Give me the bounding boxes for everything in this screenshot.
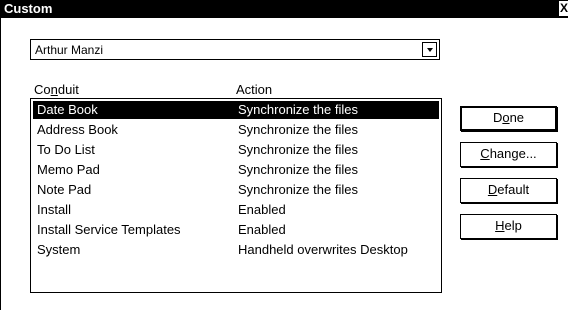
conduit-name: Install Service Templates [37,222,181,237]
conduit-name: Install [37,202,71,217]
conduit-action: Enabled [238,222,286,237]
conduit-name: Note Pad [37,182,92,197]
custom-dialog: Custom X Arthur Manzi Conduit Action Dat… [0,0,568,310]
list-item[interactable]: Memo Pad Synchronize the files [33,161,439,179]
conduit-action: Handheld overwrites Desktop [238,242,408,257]
list-item[interactable]: Install Service Templates Enabled [33,221,439,239]
dropdown-arrow-icon[interactable] [422,42,437,57]
action-column-header: Action [236,82,273,97]
conduit-name: Date Book [37,102,98,117]
conduit-action: Synchronize the files [238,162,358,177]
user-dropdown-value: Arthur Manzi [35,43,104,57]
list-item[interactable]: System Handheld overwrites Desktop [33,241,439,259]
conduit-action: Synchronize the files [238,102,358,117]
list-item[interactable]: Install Enabled [33,201,439,219]
conduit-action: Synchronize the files [238,122,358,137]
change-button[interactable]: Change... [460,142,557,167]
conduit-action: Synchronize the files [238,142,358,157]
close-icon[interactable]: X [559,1,568,16]
conduit-name: Address Book [37,122,118,137]
conduit-name: Memo Pad [37,162,100,177]
conduit-action: Enabled [238,202,286,217]
list-item[interactable]: Date Book Synchronize the files [33,101,439,119]
title-bar[interactable]: Custom X [1,0,568,18]
help-button[interactable]: Help [460,214,557,239]
list-item[interactable]: To Do List Synchronize the files [33,141,439,159]
conduit-column-header: Conduit [34,82,79,97]
conduit-list[interactable]: Date Book Synchronize the files Address … [30,98,442,293]
conduit-name: System [37,242,81,257]
window-title: Custom [4,1,53,16]
user-dropdown[interactable]: Arthur Manzi [30,39,440,60]
list-item[interactable]: Address Book Synchronize the files [33,121,439,139]
list-item[interactable]: Note Pad Synchronize the files [33,181,439,199]
default-button[interactable]: Default [460,178,557,203]
conduit-action: Synchronize the files [238,182,358,197]
conduit-name: To Do List [37,142,95,157]
done-button[interactable]: Done [460,106,557,131]
